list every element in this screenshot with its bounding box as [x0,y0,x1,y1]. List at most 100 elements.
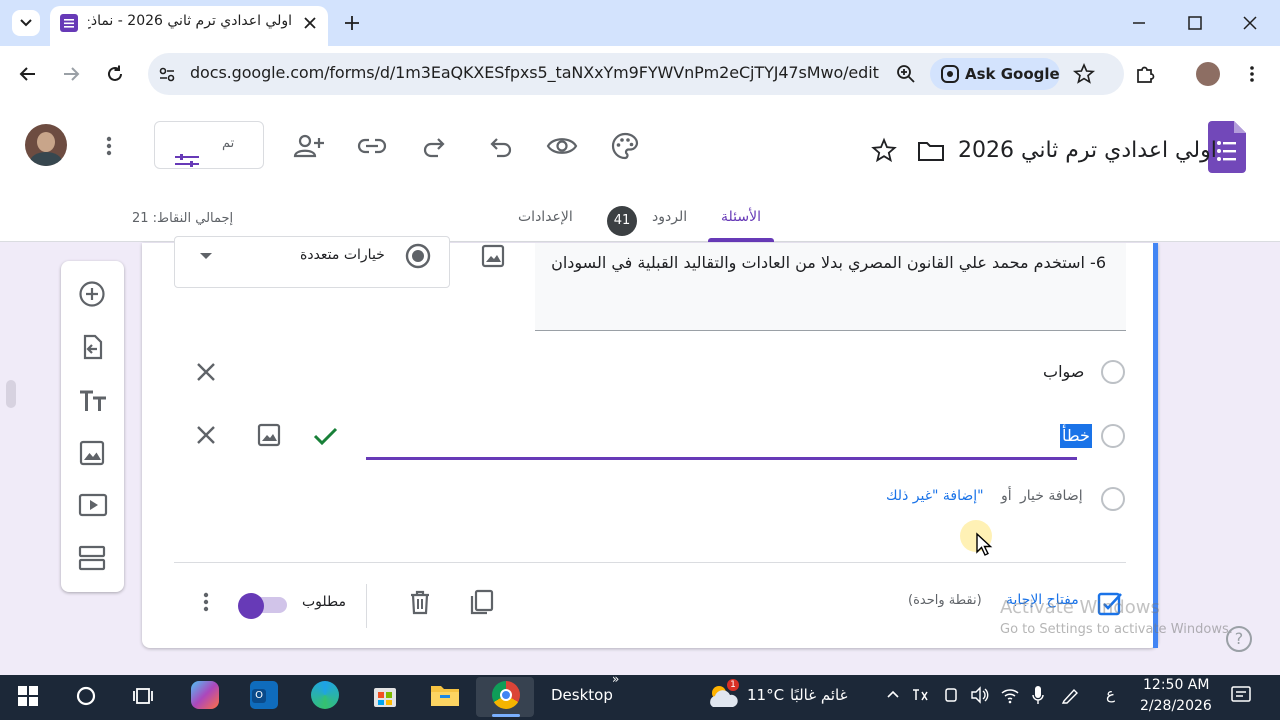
add-section-button[interactable] [78,544,106,572]
search-button[interactable] [75,685,97,707]
input-indicator-icon[interactable] [910,686,930,704]
chrome-icon [492,681,520,709]
account-avatar[interactable] [25,124,67,166]
toolbar-expand-icon[interactable]: » [612,672,619,686]
form-title[interactable]: اولي اعدادي ترم ثاني 2026 [958,138,1217,163]
trash-icon [411,590,429,615]
add-video-button[interactable] [78,491,108,519]
site-info-icon[interactable] [156,63,178,85]
theme-preview-box[interactable] [154,121,264,169]
copy-link-button[interactable] [356,131,388,161]
activate-windows-watermark: Activate Windows [1000,597,1160,618]
redo-button[interactable] [420,131,450,161]
desktop-toolbar-label[interactable]: Desktop [551,686,613,704]
tab-responses[interactable]: الردود [652,209,687,225]
tab-questions[interactable]: الأسئلة [721,209,761,225]
points-label: (نقطة واحدة) [908,593,982,608]
copilot-icon[interactable] [191,681,219,709]
customize-theme-button[interactable] [609,131,641,161]
pen-icon[interactable] [1060,686,1080,704]
add-option-button[interactable]: إضافة خيار [1020,488,1083,504]
maximize-button[interactable] [1184,12,1206,34]
window-close-button[interactable] [1239,12,1261,34]
minimize-icon [1133,22,1145,24]
undo-button[interactable] [485,131,515,161]
ask-google-label: Ask Google [965,65,1060,83]
profile-avatar[interactable] [1196,62,1220,86]
wifi-icon[interactable] [1000,686,1020,704]
start-button[interactable] [17,685,39,707]
required-toggle-thumb[interactable] [238,593,264,619]
duplicate-button[interactable] [468,588,496,616]
clock-time[interactable]: 12:50 AM [1143,677,1209,693]
eye-icon [546,138,578,154]
option-2-input-underline [366,457,1077,460]
store-icon[interactable] [371,681,399,709]
microphone-icon[interactable] [1030,685,1046,705]
bookmark-button[interactable] [1072,62,1096,86]
star-button[interactable] [870,137,898,165]
minimize-button[interactable] [1128,12,1150,34]
tab-search-button[interactable] [12,10,40,36]
add-question-button[interactable] [78,280,106,308]
show-hidden-icons-button[interactable] [884,686,902,704]
palette-icon [611,132,639,160]
url-text[interactable]: docs.google.com/forms/d/1m3EaQKXESfpxs5_… [190,63,879,82]
import-questions-button[interactable] [78,333,106,361]
image-icon [481,244,505,268]
option-2-radio [1101,424,1125,448]
weather-condition: غائم غالبًا [790,686,848,704]
file-explorer-icon[interactable] [430,682,460,708]
notification-center-button[interactable] [1230,685,1252,705]
redo-icon [423,138,445,158]
edge-icon[interactable] [311,681,339,709]
extensions-button[interactable] [1133,62,1157,86]
reload-button[interactable] [104,63,126,85]
delete-button[interactable] [406,588,434,616]
preview-button[interactable] [546,131,578,161]
image-icon [257,423,281,447]
clock-date[interactable]: 2/28/2026 [1140,698,1212,714]
zoom-button[interactable] [895,63,917,85]
option-2-text[interactable]: خطأ [1060,424,1092,448]
remove-option-1-button[interactable] [193,359,219,385]
weather-temperature: 11°C [747,686,785,704]
close-icon [197,426,215,444]
add-image-tool-button[interactable] [78,439,106,467]
add-option-radio [1101,487,1125,511]
language-indicator[interactable]: ع [1106,685,1115,703]
device-icon[interactable] [942,686,960,704]
question-text[interactable]: 6- استخدم محمد علي القانون المصري بدلا م… [548,248,1106,277]
more-options-button[interactable] [97,133,121,159]
or-text: أو [1001,488,1012,504]
add-image-button[interactable] [480,243,506,269]
plus-icon [345,16,359,30]
volume-icon[interactable] [970,686,990,704]
more-vert-icon [1250,66,1254,82]
forms-favicon-icon [60,14,78,32]
add-other-button[interactable]: إضافة "غير ذلك" [886,488,984,504]
add-collaborators-button[interactable] [292,131,326,161]
move-to-folder-button[interactable] [917,138,945,164]
option-2-add-image-button[interactable] [256,422,282,448]
active-app-indicator [492,714,520,717]
chrome-menu-button[interactable] [1240,62,1264,86]
tab-close-button[interactable] [300,13,320,33]
outlook-icon[interactable]: O [250,681,278,709]
option-1-text[interactable]: صواب [1043,362,1084,381]
video-icon [78,493,108,517]
help-button[interactable]: ? [1226,626,1252,652]
remove-option-2-button[interactable] [193,422,219,448]
windows-logo-icon [18,686,38,706]
task-view-button[interactable] [132,685,156,707]
puzzle-icon [1137,66,1155,83]
new-tab-button[interactable] [341,12,363,34]
scrollbar-thumb[interactable] [6,380,16,408]
forward-button[interactable] [60,63,82,85]
back-button[interactable] [17,63,39,85]
close-icon [304,17,316,29]
active-tab-indicator [708,238,774,242]
add-title-button[interactable] [78,387,108,415]
tab-settings[interactable]: الإعدادات [518,209,573,225]
question-more-button[interactable] [194,589,218,615]
